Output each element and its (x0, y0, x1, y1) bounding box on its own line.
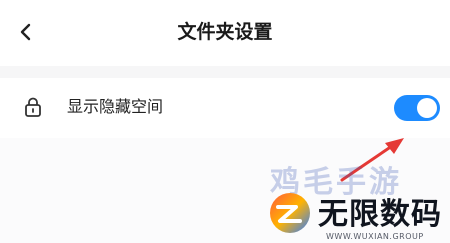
folder-settings-screen: 文件夹设置 显示隐藏空间 鸡毛手游 无限数码 WWW.WUXIAN.GROUP (0, 0, 450, 243)
show-hidden-space-toggle[interactable] (394, 95, 440, 121)
page-title: 文件夹设置 (177, 21, 273, 43)
lock-icon (24, 96, 42, 118)
header-bar: 文件夹设置 (0, 0, 450, 66)
setting-row-show-hidden-space[interactable]: 显示隐藏空间 (0, 78, 450, 138)
toggle-knob (417, 98, 437, 118)
section-divider (0, 66, 450, 78)
watermark-logo (266, 190, 314, 236)
setting-label: 显示隐藏空间 (67, 97, 164, 116)
watermark-title: 无限数码 (318, 197, 442, 232)
watermark-subtitle: WWW.WUXIAN.GROUP (326, 232, 424, 241)
